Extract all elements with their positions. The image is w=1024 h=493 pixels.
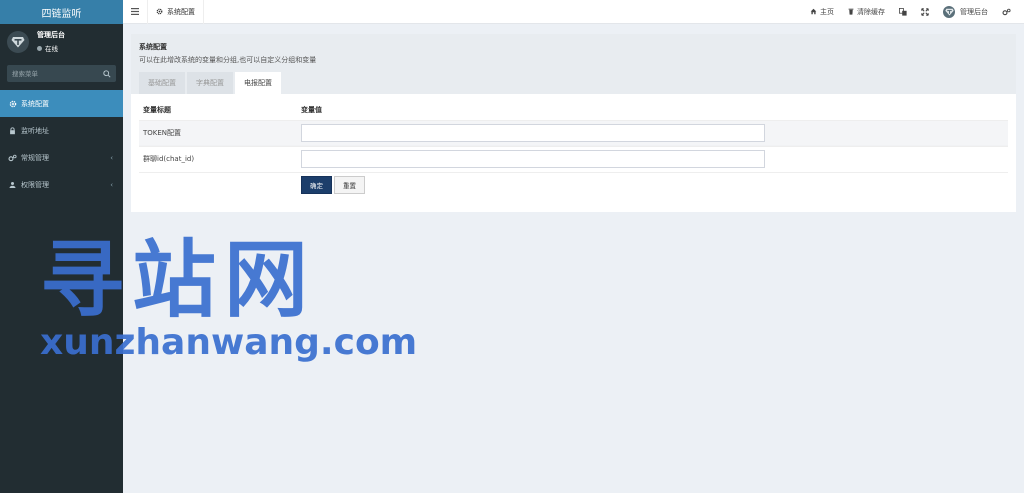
sidebar-search-input[interactable]: [12, 69, 103, 78]
token-config-input[interactable]: [301, 124, 765, 142]
confirm-button[interactable]: 确定: [301, 176, 332, 195]
sidebar-toggle-button[interactable]: [123, 0, 147, 24]
row-label: TOKEN配置: [139, 119, 297, 146]
app-logo-text: 四链监听: [41, 8, 82, 20]
gear-icon: [8, 99, 17, 108]
sidebar-item-label: 监听地址: [21, 126, 49, 135]
tab-basic-config[interactable]: 基础配置: [139, 72, 185, 94]
chevron-left-icon: ‹: [110, 180, 113, 189]
sidebar-item-label: 权限管理: [21, 180, 49, 189]
search-icon[interactable]: [103, 69, 111, 78]
sidebar-item-permissions[interactable]: 权限管理 ‹: [0, 171, 123, 198]
sidebar-item-system-config[interactable]: 系统配置: [0, 90, 123, 117]
home-link[interactable]: 主页: [803, 0, 841, 24]
sidebar-item-label: 系统配置: [21, 99, 49, 108]
cogs-icon: [8, 153, 17, 162]
actions-cell: 确定 重置: [297, 171, 1008, 198]
translate-icon: [899, 7, 907, 16]
avatar: [943, 5, 955, 18]
table-row-actions: 确定 重置: [139, 171, 1008, 198]
panel-body: 变量标题 变量值 TOKEN配置 群聊id(chat_id) 确定 重置: [131, 94, 1016, 212]
config-tabs: 基础配置 字典配置 电报配置: [139, 72, 1008, 94]
avatar: [7, 30, 29, 53]
user-status-text: 在线: [45, 45, 58, 53]
sidebar-item-monitor-address[interactable]: 监听地址: [0, 117, 123, 144]
row-value-cell: [297, 119, 1008, 146]
sidebar-item-label: 常规管理: [21, 153, 49, 162]
home-link-label: 主页: [820, 7, 834, 16]
admin-user-menu[interactable]: 管理后台: [936, 0, 995, 24]
form-actions: 确定 重置: [301, 176, 1008, 195]
row-value-cell: [297, 145, 1008, 172]
row-label: 群聊id(chat_id): [139, 145, 297, 172]
table-row: TOKEN配置: [139, 119, 1008, 146]
tab-label: 系统配置: [167, 7, 195, 16]
home-icon: [810, 8, 817, 15]
sidebar: 四链监听 管理后台 在线 系统配置: [0, 0, 123, 493]
fullscreen-button[interactable]: [914, 0, 936, 24]
column-header-value: 变量值: [301, 105, 322, 114]
chevron-left-icon: ‹: [110, 153, 113, 162]
sidebar-menu: 系统配置 监听地址 常规管理 ‹ 权限管理 ‹: [0, 90, 123, 198]
table-row: 群聊id(chat_id): [139, 145, 1008, 172]
config-panel: 系统配置 可以在此增改系统的变量和分组,也可以自定义分组和变量 基础配置 字典配…: [131, 34, 1016, 212]
cogs-icon: [1002, 8, 1011, 15]
settings-button[interactable]: [995, 0, 1018, 24]
panel-title: 系统配置: [139, 43, 167, 51]
topbar-right: 主页 清除缓存 管理后台: [803, 0, 1024, 24]
reset-button[interactable]: 重置: [334, 176, 365, 195]
tab-system-config[interactable]: 系统配置: [147, 0, 204, 24]
config-table: 变量标题 变量值 TOKEN配置 群聊id(chat_id) 确定 重置: [139, 100, 1008, 198]
user-name: 管理后台: [37, 31, 65, 39]
panel-description: 可以在此增改系统的变量和分组,也可以自定义分组和变量: [139, 56, 317, 64]
clear-cache-link[interactable]: 清除缓存: [841, 0, 892, 24]
lock-icon: [8, 126, 17, 135]
chat-id-input[interactable]: [301, 150, 765, 168]
tab-telegram-config[interactable]: 电报配置: [235, 72, 281, 94]
app-logo[interactable]: 四链监听: [0, 0, 123, 24]
status-dot-icon: [37, 45, 42, 51]
user-panel: 管理后台 在线: [0, 24, 123, 59]
top-navbar: 系统配置 主页 清除缓存 管理后台: [123, 0, 1024, 24]
column-header-title: 变量标题: [143, 105, 171, 114]
table-header-row: 变量标题 变量值: [139, 100, 1008, 120]
tether-logo-icon: [944, 8, 954, 16]
translate-button[interactable]: [892, 0, 914, 24]
sidebar-item-general[interactable]: 常规管理 ‹: [0, 144, 123, 171]
user-status: 在线: [37, 43, 65, 53]
panel-header: 系统配置 可以在此增改系统的变量和分组,也可以自定义分组和变量 基础配置 字典配…: [131, 34, 1016, 94]
trash-icon: [848, 8, 854, 15]
sidebar-search: [7, 65, 116, 82]
hamburger-icon: [131, 8, 139, 15]
group-icon: [8, 180, 17, 189]
tab-dictionary-config[interactable]: 字典配置: [187, 72, 233, 94]
empty-cell: [139, 171, 297, 198]
tether-logo-icon: [11, 36, 25, 47]
gear-icon: [156, 8, 163, 15]
clear-cache-label: 清除缓存: [857, 7, 885, 16]
main-content: 系统配置 可以在此增改系统的变量和分组,也可以自定义分组和变量 基础配置 字典配…: [131, 34, 1016, 212]
fullscreen-icon: [921, 7, 929, 16]
admin-user-label: 管理后台: [960, 7, 988, 16]
